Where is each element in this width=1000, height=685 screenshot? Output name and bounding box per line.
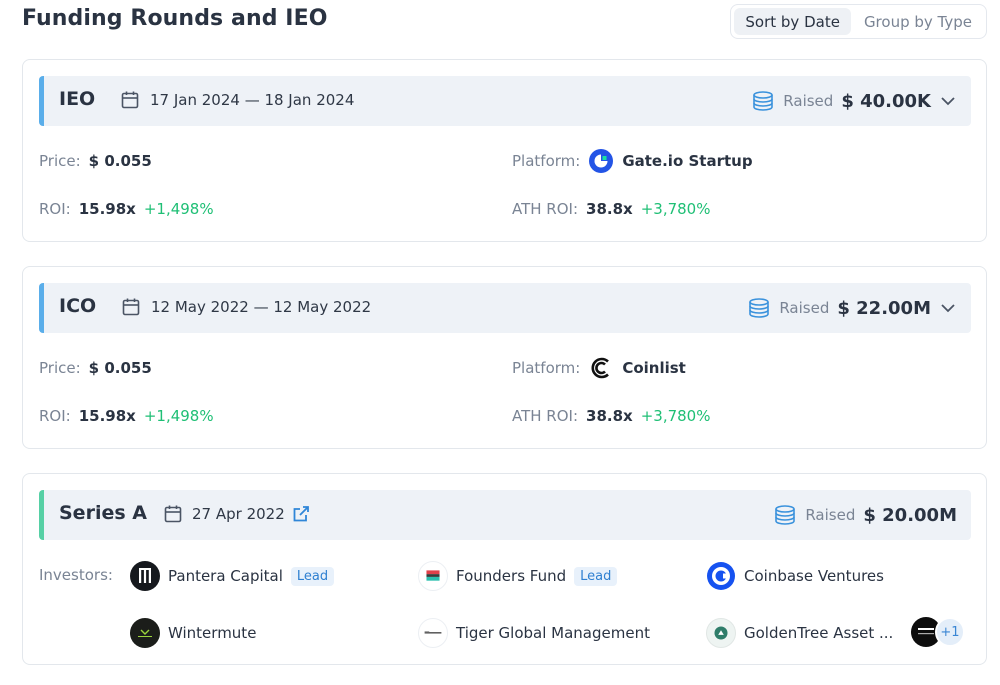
investor-name: Tiger Global Management (456, 624, 650, 642)
investor-item[interactable]: Wintermute (130, 617, 256, 649)
investor-name: Wintermute (168, 624, 257, 642)
platform-name[interactable]: Coinlist (622, 359, 686, 377)
raised-label: Raised (779, 299, 830, 317)
roi-label: ROI: (39, 200, 71, 218)
roi-row: ROI: 15.98x +1,498% (39, 404, 214, 428)
more-count-badge: +1 (935, 617, 965, 647)
roi-percent: +1,498% (143, 200, 214, 218)
raised-value: $ 40.00K (841, 90, 931, 112)
coins-icon (749, 298, 770, 318)
pantera-logo-icon (130, 561, 160, 591)
round-header[interactable]: ICO 12 May 2022 — 12 May 2022 Raised $ 2… (39, 283, 971, 333)
investor-name: Pantera Capital (168, 567, 283, 585)
group-by-type-button[interactable]: Group by Type (853, 8, 983, 35)
investor-item[interactable]: Pantera Capital Lead (130, 560, 335, 592)
price-label: Price: (39, 359, 81, 377)
sort-by-date-button[interactable]: Sort by Date (734, 8, 851, 35)
ath-roi-label: ATH ROI: (512, 407, 579, 425)
roi-value: 15.98x (78, 407, 136, 425)
round-type: Series A (59, 502, 147, 524)
roi-label: ROI: (39, 407, 71, 425)
round-dates: 27 Apr 2022 (192, 505, 285, 523)
round-type: IEO (59, 88, 96, 110)
page-title: Funding Rounds and IEO (22, 6, 328, 31)
coinlist-logo-icon (588, 355, 614, 381)
ath-roi-row: ATH ROI: 38.8x +3,780% (512, 404, 710, 428)
funding-round-card-ico: ICO 12 May 2022 — 12 May 2022 Raised $ 2… (22, 266, 987, 449)
round-type: ICO (59, 295, 97, 317)
round-header[interactable]: IEO 17 Jan 2024 — 18 Jan 2024 Raised $ 4… (39, 76, 971, 126)
platform-row: Platform: Coinlist (512, 356, 686, 380)
ath-roi-label: ATH ROI: (512, 200, 579, 218)
investor-item[interactable]: GoldenTree Asset ... (706, 617, 893, 649)
roi-value: 15.98x (78, 200, 136, 218)
founders-fund-logo-icon (418, 561, 448, 591)
coins-icon (775, 505, 796, 525)
price-label: Price: (39, 152, 81, 170)
funding-round-card-series-a: Series A 27 Apr 2022 Raised $ 20.00M Inv… (22, 473, 987, 665)
coinbase-logo-icon (706, 561, 736, 591)
sort-toggle: Sort by Date Group by Type (730, 4, 987, 39)
ath-roi-percent: +3,780% (640, 407, 711, 425)
round-header: Series A 27 Apr 2022 Raised $ 20.00M (39, 490, 971, 540)
raised-amount: Raised $ 20.00M (773, 500, 957, 530)
funding-round-card-ieo: IEO 17 Jan 2024 — 18 Jan 2024 Raised $ 4… (22, 59, 987, 242)
investor-name: Founders Fund (456, 567, 567, 585)
header: Funding Rounds and IEO Sort by Date Grou… (22, 0, 987, 44)
wintermute-logo-icon (130, 618, 160, 648)
ath-roi-percent: +3,780% (640, 200, 711, 218)
raised-label: Raised (805, 506, 856, 524)
platform-label: Platform: (512, 152, 581, 170)
ath-roi-value: 38.8x (586, 407, 633, 425)
platform-row: Platform: Gate.io Startup (512, 149, 753, 173)
gateio-logo-icon (588, 148, 614, 174)
lead-badge: Lead (574, 566, 618, 586)
ath-roi-value: 38.8x (586, 200, 633, 218)
investor-item[interactable]: Founders Fund Lead (418, 560, 618, 592)
raised-amount: Raised $ 40.00K (751, 86, 957, 116)
lead-badge: Lead (290, 566, 335, 586)
coins-icon (753, 91, 774, 111)
external-link-icon[interactable] (291, 504, 311, 524)
tiger-global-logo-icon (418, 618, 448, 648)
ath-roi-row: ATH ROI: 38.8x +3,780% (512, 197, 710, 221)
more-investors-button[interactable]: +1 (911, 617, 965, 647)
investor-name: Coinbase Ventures (744, 567, 884, 585)
investor-item[interactable]: Tiger Global Management (418, 617, 650, 649)
investor-item[interactable]: Coinbase Ventures (706, 560, 884, 592)
calendar-icon (164, 505, 182, 523)
round-dates: 12 May 2022 — 12 May 2022 (151, 298, 372, 316)
price-value: $ 0.055 (88, 152, 152, 170)
price-row: Price: $ 0.055 (39, 356, 152, 380)
raised-value: $ 20.00M (863, 504, 957, 526)
raised-label: Raised (783, 92, 834, 110)
raised-amount: Raised $ 22.00M (747, 293, 957, 323)
round-dates: 17 Jan 2024 — 18 Jan 2024 (150, 91, 355, 109)
roi-percent: +1,498% (143, 407, 214, 425)
investor-name: GoldenTree Asset ... (744, 624, 894, 642)
platform-label: Platform: (512, 359, 581, 377)
chevron-down-icon[interactable] (939, 299, 957, 317)
calendar-icon (122, 298, 140, 316)
price-value: $ 0.055 (88, 359, 152, 377)
roi-row: ROI: 15.98x +1,498% (39, 197, 214, 221)
investors-label: Investors: (39, 566, 113, 584)
raised-value: $ 22.00M (837, 297, 931, 319)
price-row: Price: $ 0.055 (39, 149, 152, 173)
goldentree-logo-icon (706, 618, 736, 648)
platform-name[interactable]: Gate.io Startup (622, 152, 752, 170)
calendar-icon (121, 91, 139, 109)
chevron-down-icon[interactable] (939, 92, 957, 110)
